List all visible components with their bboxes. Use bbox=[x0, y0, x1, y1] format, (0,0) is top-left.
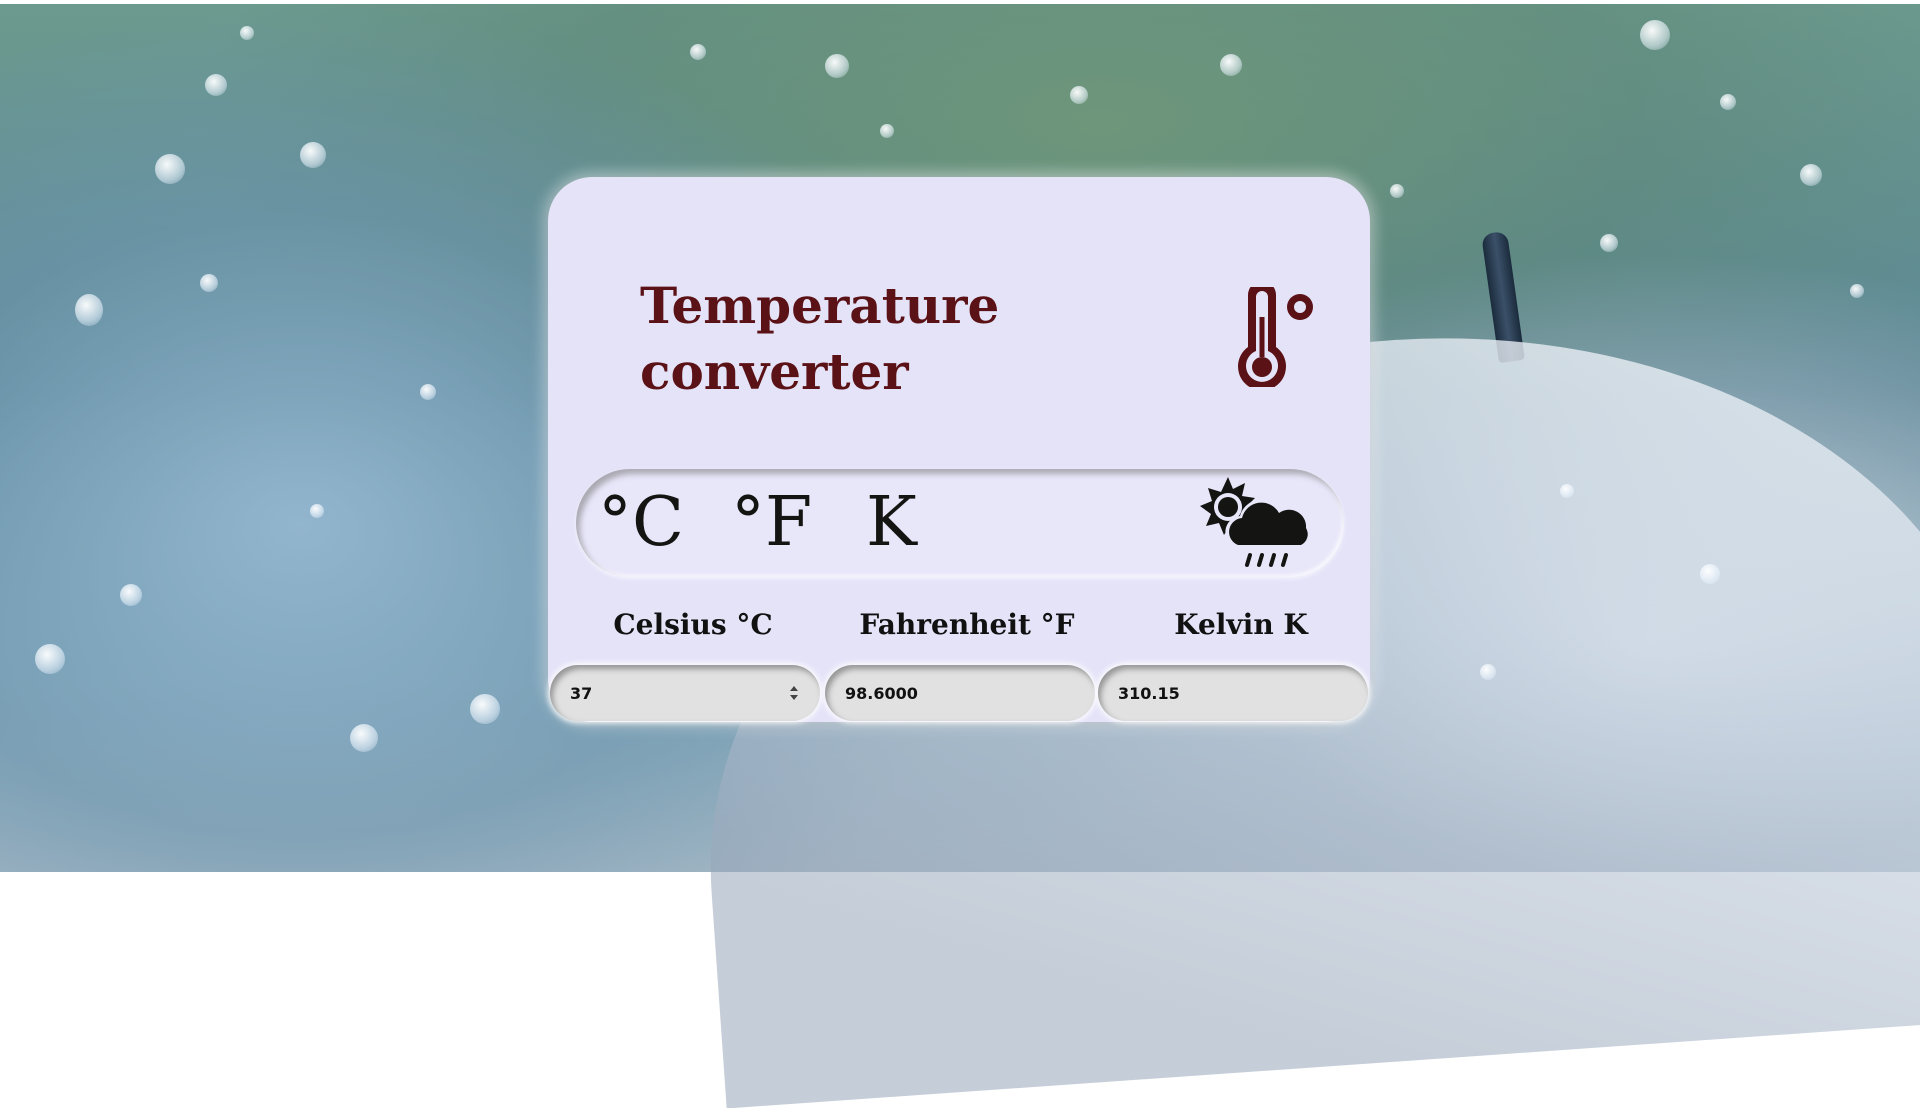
celsius-unit-button[interactable]: °C bbox=[598, 483, 684, 563]
number-spinner-icon[interactable] bbox=[788, 684, 800, 702]
raindrop bbox=[75, 294, 103, 326]
raindrop bbox=[155, 154, 185, 184]
kelvin-field-container bbox=[1098, 665, 1368, 721]
kelvin-unit-button[interactable]: K bbox=[866, 483, 917, 563]
raindrop bbox=[205, 74, 227, 96]
raindrop bbox=[200, 274, 218, 292]
raindrop bbox=[470, 694, 500, 724]
partly-cloudy-rain-icon bbox=[1198, 473, 1316, 573]
page-title: Temperature converter bbox=[640, 273, 1060, 405]
raindrop bbox=[1220, 54, 1242, 76]
celsius-input[interactable] bbox=[570, 683, 800, 703]
raindrop bbox=[35, 644, 65, 674]
fahrenheit-input[interactable] bbox=[845, 683, 1075, 703]
raindrop bbox=[1640, 20, 1670, 50]
raindrop bbox=[1800, 164, 1822, 186]
celsius-label: Celsius °C bbox=[613, 608, 773, 641]
fahrenheit-unit-button[interactable]: °F bbox=[731, 483, 812, 563]
raindrop bbox=[1600, 234, 1618, 252]
thermometer-degree-icon bbox=[1218, 281, 1318, 391]
kelvin-label: Kelvin K bbox=[1174, 608, 1308, 641]
raindrop bbox=[1390, 184, 1404, 198]
raindrop bbox=[420, 384, 436, 400]
celsius-field-container bbox=[550, 665, 820, 721]
raindrop bbox=[350, 724, 378, 752]
title-line-1: Temperature bbox=[640, 276, 1000, 335]
raindrop bbox=[1560, 484, 1574, 498]
title-line-2: converter bbox=[640, 342, 909, 401]
unit-selector-bar: °C °F K bbox=[576, 469, 1344, 577]
raindrop bbox=[690, 44, 706, 60]
raindrop bbox=[1720, 94, 1736, 110]
raindrop bbox=[1850, 284, 1864, 298]
raindrop bbox=[825, 54, 849, 78]
converter-card: Temperature converter °C °F K Celsius °C… bbox=[548, 177, 1370, 722]
fahrenheit-label: Fahrenheit °F bbox=[859, 608, 1075, 641]
raindrop bbox=[1700, 564, 1720, 584]
raindrop bbox=[240, 26, 254, 40]
kelvin-input[interactable] bbox=[1118, 683, 1348, 703]
raindrop bbox=[310, 504, 324, 518]
raindrop bbox=[300, 142, 326, 168]
raindrop bbox=[120, 584, 142, 606]
raindrop bbox=[1480, 664, 1496, 680]
raindrop bbox=[880, 124, 894, 138]
fahrenheit-field-container bbox=[825, 665, 1095, 721]
raindrop bbox=[1070, 86, 1088, 104]
